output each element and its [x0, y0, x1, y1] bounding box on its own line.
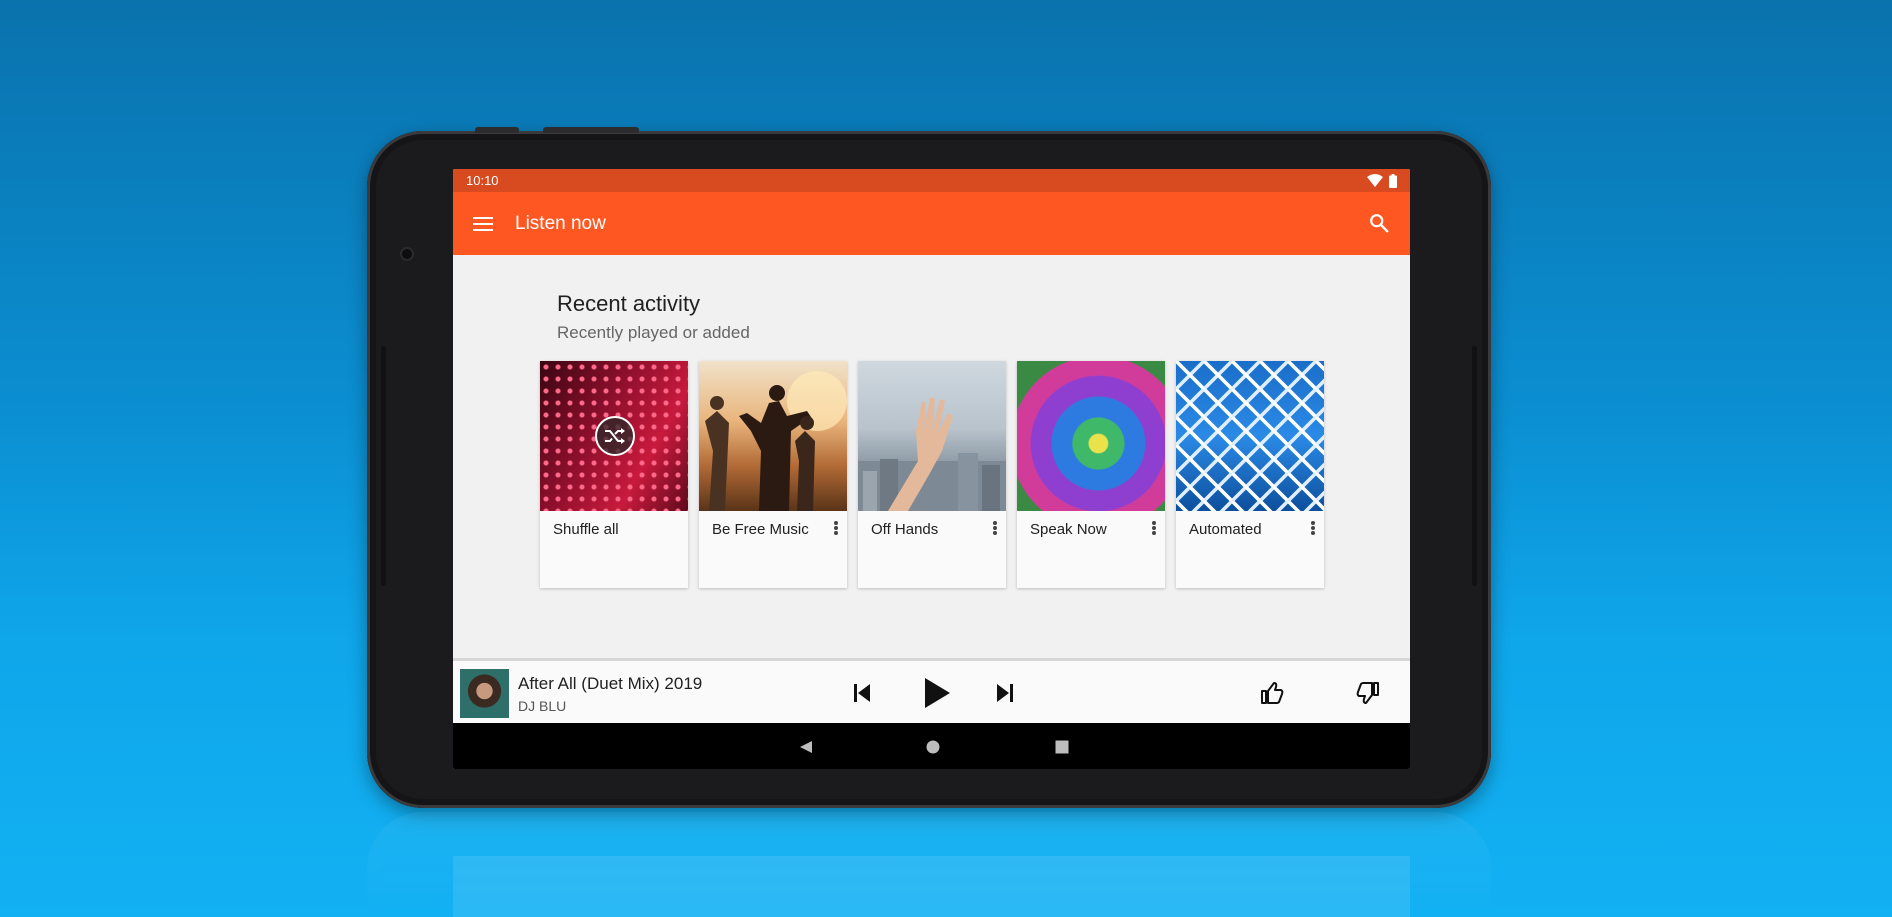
front-camera	[402, 249, 412, 259]
tablet-screen: 10:10 Listen now Recent activity Recentl…	[453, 169, 1410, 769]
wifi-icon	[1367, 174, 1383, 187]
card-title: Speak Now	[1030, 521, 1107, 538]
status-time: 10:10	[466, 173, 499, 188]
thumbs-up-icon[interactable]	[1260, 681, 1284, 705]
play-icon[interactable]	[923, 677, 951, 709]
album-art	[699, 361, 847, 511]
recent-activity-list: Shuffle all Be Free Music Off Hands Spea…	[540, 361, 1324, 588]
skip-previous-icon[interactable]	[853, 683, 871, 703]
album-card-off-hands[interactable]: Off Hands	[858, 361, 1006, 588]
album-card-automated[interactable]: Automated	[1176, 361, 1324, 588]
power-button	[543, 127, 639, 133]
album-card-speak-now[interactable]: Speak Now	[1017, 361, 1165, 588]
card-title: Shuffle all	[553, 521, 619, 538]
device-reflection	[367, 812, 1491, 917]
thumbs-down-icon[interactable]	[1356, 681, 1380, 705]
battery-icon	[1389, 173, 1397, 188]
search-icon[interactable]	[1368, 212, 1390, 234]
back-icon[interactable]	[799, 740, 813, 754]
volume-button	[475, 127, 519, 133]
now-playing-album-art[interactable]	[460, 669, 509, 718]
home-icon[interactable]	[926, 740, 940, 754]
right-speaker-grille	[1472, 346, 1477, 586]
now-playing-bar[interactable]: After All (Duet Mix) 2019 DJ BLU	[453, 658, 1410, 723]
shuffle-icon[interactable]	[595, 416, 635, 456]
album-art	[1176, 361, 1324, 511]
card-title: Off Hands	[871, 521, 939, 538]
left-speaker-grille	[381, 346, 386, 586]
hamburger-menu-icon[interactable]	[471, 212, 495, 236]
more-options-icon[interactable]	[992, 519, 998, 537]
album-art	[1017, 361, 1165, 511]
album-card-be-free-music[interactable]: Be Free Music	[699, 361, 847, 588]
card-title: Automated	[1189, 521, 1262, 538]
section-subtitle: Recently played or added	[557, 323, 750, 342]
section-title: Recent activity	[557, 291, 701, 316]
more-options-icon[interactable]	[1151, 519, 1157, 537]
track-title: After All (Duet Mix) 2019	[518, 674, 703, 693]
album-art	[858, 361, 1006, 511]
album-art	[540, 361, 688, 511]
status-bar: 10:10	[453, 169, 1410, 192]
card-title: Be Free Music	[712, 521, 809, 538]
skip-next-icon[interactable]	[996, 683, 1014, 703]
more-options-icon[interactable]	[1310, 519, 1316, 537]
album-card-shuffle-all[interactable]: Shuffle all	[540, 361, 688, 588]
recents-icon[interactable]	[1055, 740, 1069, 754]
main-content: Recent activity Recently played or added…	[453, 255, 1410, 658]
app-bar: Listen now	[453, 192, 1410, 255]
system-navigation-bar	[453, 723, 1410, 769]
track-artist: DJ BLU	[518, 698, 567, 714]
page-title: Listen now	[515, 212, 606, 234]
more-options-icon[interactable]	[833, 519, 839, 537]
